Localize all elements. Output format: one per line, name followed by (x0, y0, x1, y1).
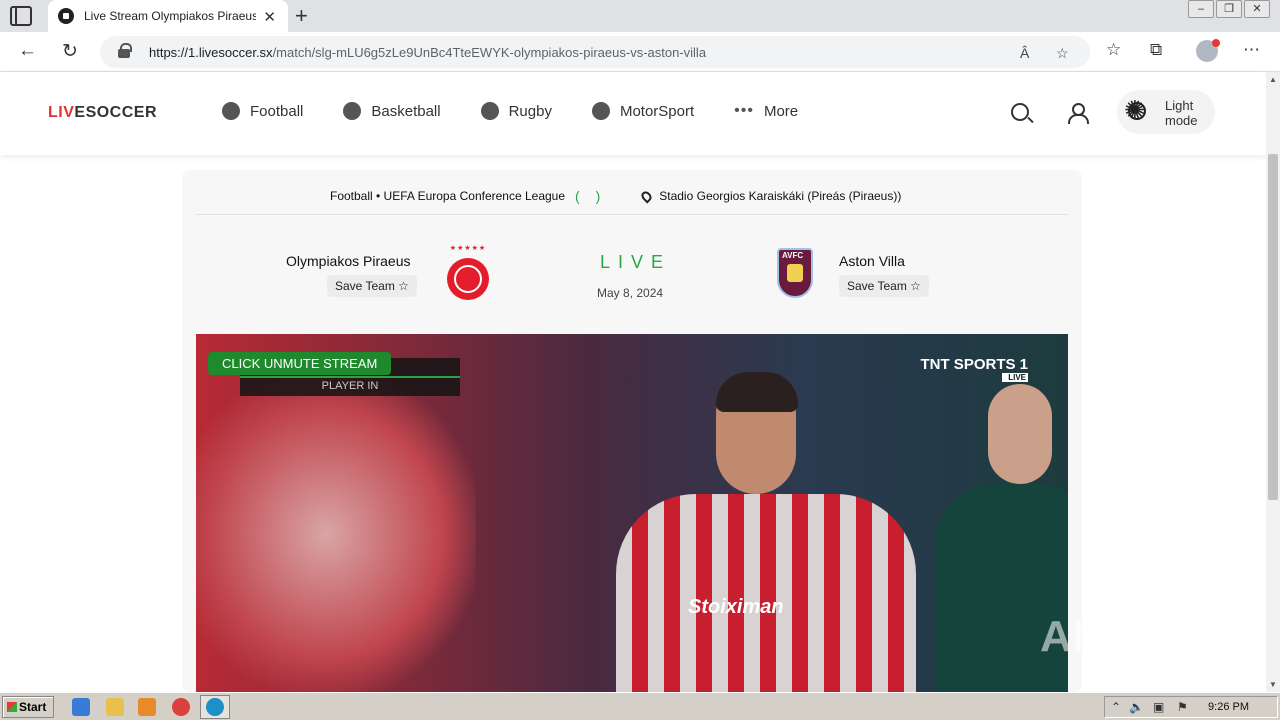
live-status: LIVE (600, 252, 672, 272)
volume-icon[interactable]: 🔈 (1129, 700, 1144, 714)
anyrun-watermark: ANY RUN (1040, 612, 1247, 661)
minimize-button[interactable]: – (1188, 0, 1214, 18)
refresh-icon[interactable]: ↻ (62, 40, 78, 63)
ie-icon[interactable] (72, 698, 90, 716)
main-nav: Football Basketball Rugby MotorSport •••… (222, 102, 838, 120)
tab-title: Live Stream Olympiakos Piraeus vs Aston … (84, 9, 256, 23)
away-team-name[interactable]: Aston Villa (839, 253, 905, 269)
soccer-ball-favicon-icon (58, 8, 74, 24)
browser-toolbar: ← ↻ https://1.livesoccer.sx/match/slg-mL… (0, 32, 1280, 72)
nav-item-basketball[interactable]: Basketball (343, 102, 441, 120)
network-icon[interactable]: ▣ (1153, 700, 1164, 714)
folder-icon[interactable] (106, 698, 124, 716)
nav-item-football[interactable]: Football (222, 102, 303, 120)
tray-expand-icon[interactable]: ⌃ (1111, 700, 1121, 714)
favorites-icon[interactable]: ☆ (1106, 40, 1121, 60)
scroll-down-icon[interactable]: ▼ (1269, 680, 1277, 689)
football-icon (222, 102, 240, 120)
profile-avatar[interactable] (1196, 39, 1220, 62)
media-player-icon[interactable] (138, 698, 156, 716)
address-bar[interactable]: https://1.livesoccer.sx/match/slg-mLU6g5… (100, 36, 1090, 68)
flag-icon[interactable]: ⚑ (1177, 700, 1188, 714)
start-button[interactable]: Start (2, 696, 54, 718)
olympiakos-crest-icon[interactable]: ★★★★★ (446, 245, 490, 300)
read-aloud-icon[interactable]: Â (1020, 45, 1029, 61)
motorsport-icon (591, 102, 610, 120)
window-controls: – ❐ ✕ (1186, 0, 1270, 18)
restore-button[interactable]: ❐ (1216, 0, 1242, 18)
browser-tab-bar: Live Stream Olympiakos Piraeus vs Aston … (0, 0, 1280, 32)
logo-rest: ESOCCER (74, 104, 158, 121)
clock[interactable]: 9:26 PM (1208, 701, 1249, 713)
sun-icon (1124, 95, 1146, 126)
scroll-up-icon[interactable]: ▲ (1269, 75, 1277, 84)
unmute-stream-button[interactable]: CLICK UNMUTE STREAM (208, 352, 392, 375)
scroll-thumb[interactable] (1268, 154, 1278, 500)
windows-taskbar: Start ⌃ 🔈 ▣ ⚑ 9:26 PM (0, 692, 1280, 720)
back-arrow-icon[interactable]: ← (18, 40, 37, 62)
window-close-button[interactable]: ✕ (1244, 0, 1270, 18)
venue-label: Stadio Georgios Karaiskáki (Pireás (Pira… (659, 189, 902, 203)
lock-icon[interactable] (118, 43, 132, 58)
save-away-team-button[interactable]: Save Team ☆ (839, 275, 929, 297)
new-tab-button[interactable]: + (295, 3, 308, 29)
divider (196, 214, 1068, 215)
match-date: May 8, 2024 (597, 286, 664, 300)
page-scrollbar[interactable]: ▲ ▼ (1266, 72, 1280, 692)
site-header: LIVESOCCER Football Basketball Rugby Mot… (0, 72, 1266, 155)
collections-icon[interactable]: ⧉ (1150, 40, 1162, 60)
match-panel: Football • UEFA Europa Conference League… (182, 170, 1082, 692)
nav-item-more[interactable]: ••• More (734, 102, 798, 120)
url-text[interactable]: https://1.livesoccer.sx/match/slg-mLU6g5… (149, 45, 706, 60)
broadcaster-logo: TNT SPORTS 1 LIVE (920, 356, 1028, 382)
jersey-sponsor: Stoiximan (688, 596, 784, 618)
search-icon[interactable] (1011, 103, 1029, 121)
mode-label: Light mode (1165, 98, 1198, 128)
basketball-icon (343, 102, 362, 120)
system-tray: ⌃ 🔈 ▣ ⚑ 9:26 PM (1104, 696, 1278, 718)
aston-villa-crest-icon[interactable]: AVFC (777, 248, 813, 298)
match-meta: Football • UEFA Europa Conference League… (330, 188, 901, 204)
location-pin-icon (639, 188, 654, 204)
chrome-icon[interactable] (172, 698, 190, 716)
video-player[interactable]: Stoiximan PLAYER IN CLICK UNMUTE STREAM … (196, 334, 1068, 692)
tab-close-icon[interactable]: ✕ (263, 8, 276, 26)
user-icon[interactable] (1068, 103, 1089, 124)
more-dots-icon: ••• (734, 102, 754, 119)
light-mode-toggle[interactable]: Light mode (1117, 90, 1215, 134)
competition-label: Football • UEFA Europa Conference League (330, 189, 566, 203)
site-logo[interactable]: LIVESOCCER (48, 104, 157, 122)
player-jersey (616, 494, 916, 692)
nav-item-rugby[interactable]: Rugby (480, 102, 552, 120)
rugby-icon (480, 102, 499, 120)
nav-item-motorsport[interactable]: MotorSport (591, 102, 694, 120)
edge-icon[interactable] (206, 698, 224, 716)
save-home-team-button[interactable]: Save Team ☆ (327, 275, 417, 297)
tab-actions-icon[interactable] (10, 6, 32, 26)
add-favorite-icon[interactable]: ☆ (1056, 45, 1069, 62)
settings-menu-icon[interactable]: ⋯ (1243, 40, 1260, 60)
home-team-name[interactable]: Olympiakos Piraeus (286, 253, 411, 269)
score-placeholder: ( ) (575, 188, 607, 204)
browser-tab[interactable]: Live Stream Olympiakos Piraeus vs Aston … (48, 0, 288, 32)
